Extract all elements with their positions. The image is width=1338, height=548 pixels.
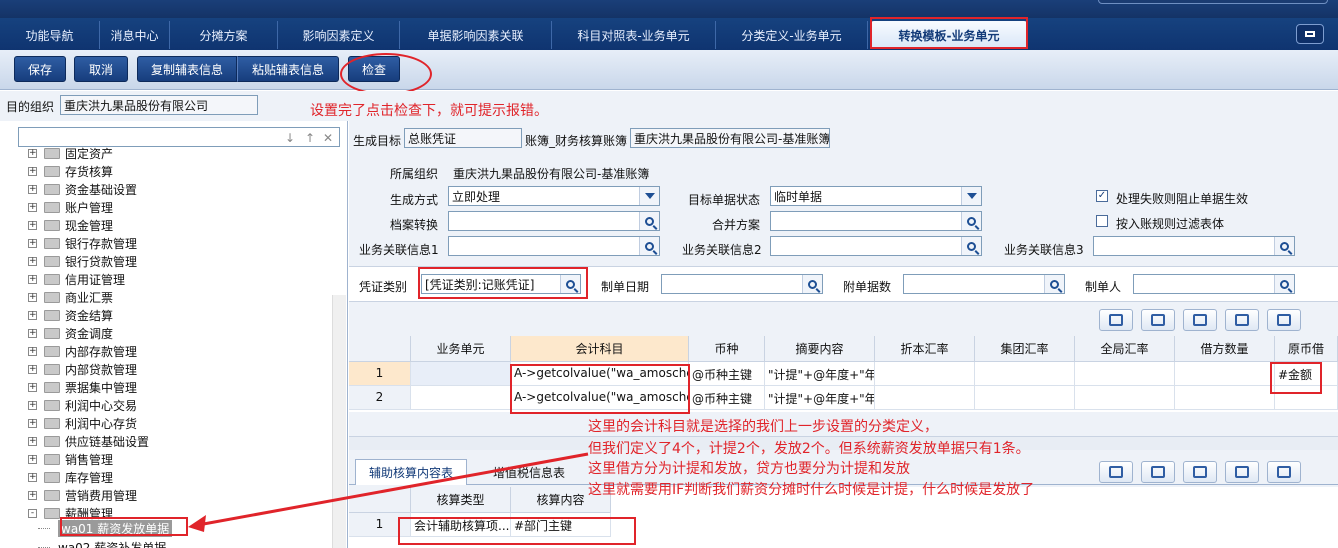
annotation-arrow	[188, 452, 589, 532]
